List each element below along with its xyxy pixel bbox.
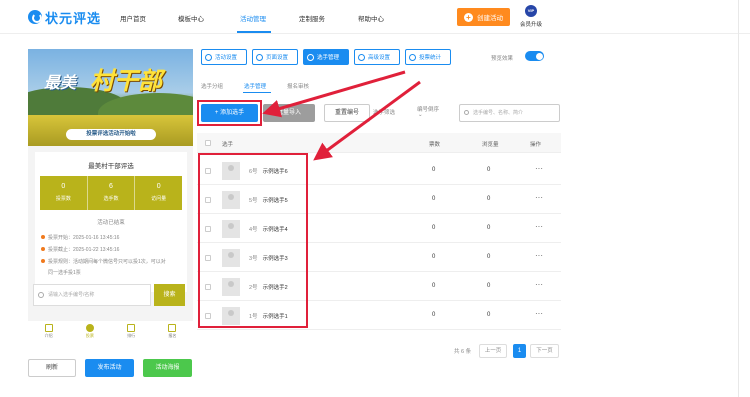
arrow-to-add-button [262, 70, 406, 118]
annotation-arrows [262, 70, 421, 161]
page: 状元评选 用户首页 模板中心 活动管理 定制服务 帮助中心 + 创建活动 VIP… [0, 0, 750, 397]
